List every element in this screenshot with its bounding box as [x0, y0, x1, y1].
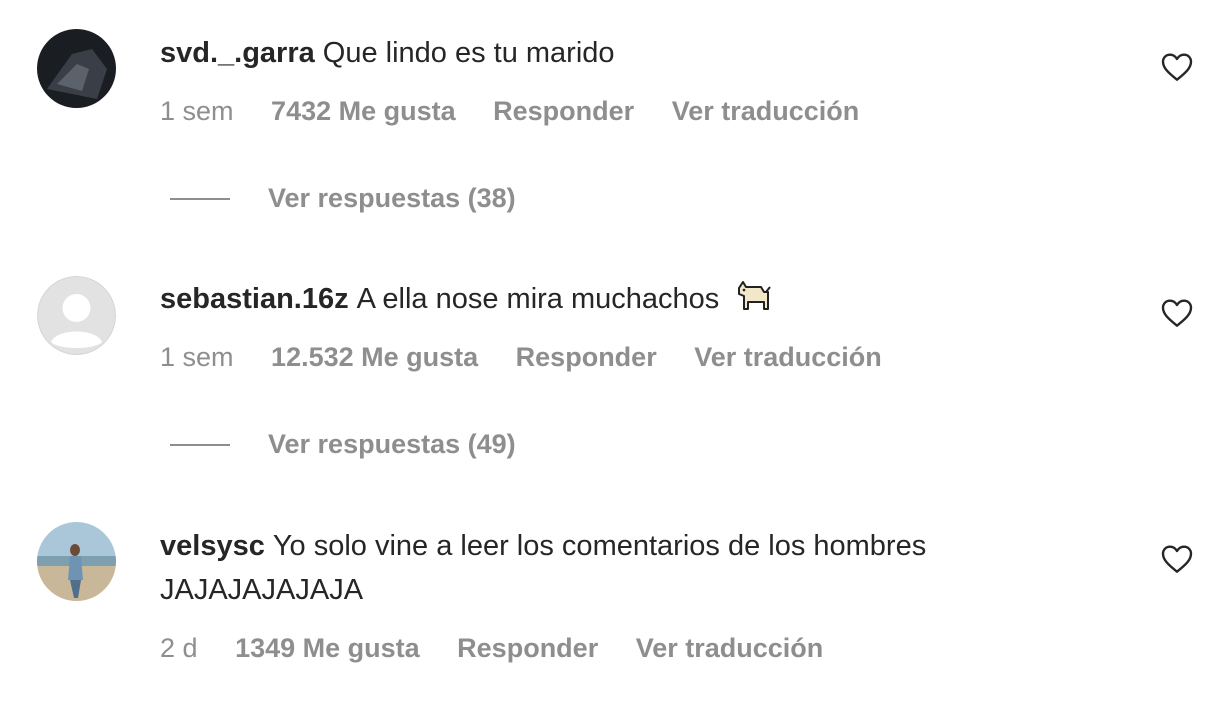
avatar[interactable] [37, 29, 116, 108]
timestamp[interactable]: 2 d [160, 633, 198, 664]
translate-button[interactable]: Ver traducción [672, 96, 860, 127]
dog-emoji [733, 278, 773, 327]
comment-text: Que lindo es tu marido [322, 37, 615, 69]
view-replies-button[interactable]: Ver respuestas (49) [170, 429, 516, 460]
comment-text: A ella nose mira muchachos [356, 283, 720, 315]
comment-meta: 1 sem 12.532 Me gusta Responder Ver trad… [160, 342, 912, 373]
likes-count[interactable]: 12.532 Me gusta [271, 342, 478, 373]
reply-button[interactable]: Responder [516, 342, 657, 373]
view-replies-label: Ver respuestas (49) [268, 429, 516, 459]
divider [170, 197, 230, 200]
comment-meta: 1 sem 7432 Me gusta Responder Ver traduc… [160, 96, 889, 127]
comment-body: velsysc Yo solo vine a leer los comentari… [160, 524, 1074, 612]
timestamp[interactable]: 1 sem [160, 96, 234, 127]
avatar[interactable] [37, 522, 116, 601]
comment-text: Yo solo vine a leer los comentarios de l… [160, 530, 927, 606]
heart-icon[interactable] [1161, 298, 1193, 328]
username[interactable]: svd._.garra [160, 37, 315, 69]
translate-button[interactable]: Ver traducción [636, 633, 824, 664]
likes-count[interactable]: 7432 Me gusta [271, 96, 456, 127]
username[interactable]: velsysc [160, 530, 265, 562]
comment-body: sebastian.16z A ella nose mira muchachos [160, 277, 1074, 327]
avatar[interactable] [37, 276, 116, 355]
view-replies-label: Ver respuestas (38) [268, 183, 516, 213]
divider [170, 443, 230, 446]
reply-button[interactable]: Responder [457, 633, 598, 664]
comment-meta: 2 d 1349 Me gusta Responder Ver traducci… [160, 633, 853, 664]
view-replies-button[interactable]: Ver respuestas (38) [170, 183, 516, 214]
comment-body: svd._.garra Que lindo es tu marido [160, 31, 1074, 75]
reply-button[interactable]: Responder [493, 96, 634, 127]
heart-icon[interactable] [1161, 544, 1193, 574]
likes-count[interactable]: 1349 Me gusta [235, 633, 420, 664]
translate-button[interactable]: Ver traducción [694, 342, 882, 373]
timestamp[interactable]: 1 sem [160, 342, 234, 373]
username[interactable]: sebastian.16z [160, 283, 349, 315]
heart-icon[interactable] [1161, 52, 1193, 82]
